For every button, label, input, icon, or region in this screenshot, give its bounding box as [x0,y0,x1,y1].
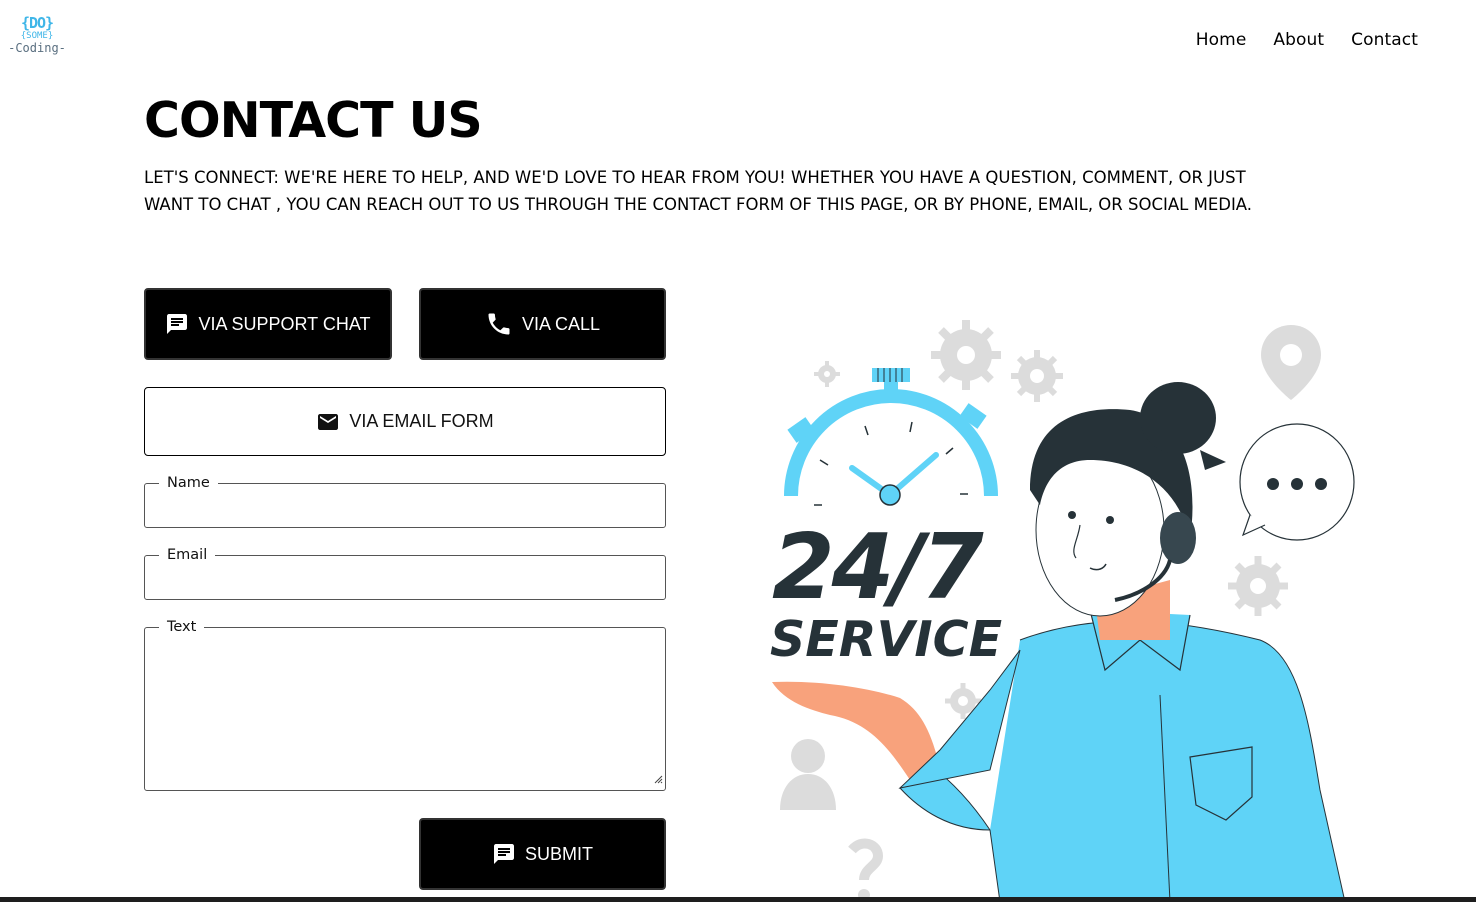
mail-icon [316,410,340,434]
email-label: Email [159,546,216,564]
illustration-24-7-text: 24/7 [772,515,984,620]
gear-icon [814,361,840,387]
text-field: Text [144,618,666,791]
speech-bubble-icon [1239,423,1355,541]
gear-icon [931,320,1001,390]
stopwatch-icon [784,368,998,506]
gear-icon [1228,556,1288,616]
name-label: Name [159,474,218,492]
via-support-chat-button[interactable]: VIA SUPPORT CHAT [144,288,392,360]
phone-icon [485,310,513,338]
location-pin-icon [1261,325,1321,400]
chat-icon [165,312,189,336]
nav-contact[interactable]: Contact [1351,30,1418,50]
via-email-form-label: VIA EMAIL FORM [349,411,494,431]
via-call-button[interactable]: VIA CALL [419,288,666,360]
email-input[interactable] [145,556,665,599]
bottom-bar [0,897,1476,902]
logo-line-1: {DO} [20,14,54,32]
name-field: Name [144,474,666,528]
logo-line-2: {SOME} [20,31,54,41]
nav-about[interactable]: About [1273,30,1324,50]
gear-icon [1011,350,1063,402]
via-call-label: VIA CALL [521,313,601,334]
resize-handle-icon[interactable] [653,769,663,788]
logo-line-3: -Coding- [8,41,66,55]
chat-icon [492,842,516,866]
text-label: Text [159,618,205,636]
page-intro: LET'S CONNECT: WE'RE HERE TO HELP, AND W… [144,168,1253,214]
text-input[interactable] [145,628,665,790]
submit-label: SUBMIT [524,843,593,864]
site-logo[interactable]: {DO} {SOME} -Coding- [8,16,66,64]
illustration-service-text: SERVICE [770,611,1002,668]
via-email-form-button[interactable]: VIA EMAIL FORM [144,387,666,456]
submit-button[interactable]: SUBMIT [419,818,666,890]
main-nav: Home About Contact [1196,30,1418,50]
support-illustration: 24/7 SERVICE [760,310,1370,902]
page-title: CONTACT US [144,92,483,149]
nav-home[interactable]: Home [1196,30,1247,50]
question-icon [848,838,884,901]
user-icon [780,739,836,810]
email-field: Email [144,546,666,600]
name-input[interactable] [145,484,665,527]
via-support-chat-label: VIA SUPPORT CHAT [198,313,371,334]
